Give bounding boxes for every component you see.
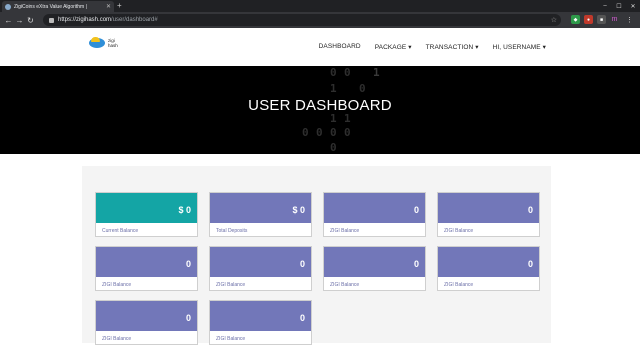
card-header: 0 bbox=[210, 247, 311, 277]
card-header: 0 bbox=[96, 247, 197, 277]
url-text: https://zigihash.com/user/dashboard# bbox=[58, 17, 158, 23]
binary-digit: 1 bbox=[373, 66, 380, 79]
close-tab-icon[interactable]: ✕ bbox=[106, 4, 111, 10]
binary-digit: 0 bbox=[302, 126, 309, 139]
balance-card: 0 ZIGI Balance bbox=[323, 246, 426, 291]
browser-toolbar: ← → ↻ https://zigihash.com/user/dashboar… bbox=[0, 12, 640, 28]
site-logo[interactable]: zigi hash bbox=[88, 37, 118, 49]
favicon-icon bbox=[5, 3, 11, 10]
lock-icon bbox=[49, 17, 54, 23]
binary-digit: 0 bbox=[316, 126, 323, 139]
card-value: 0 bbox=[527, 259, 533, 269]
balance-card: $ 0 Current Balance bbox=[95, 192, 198, 237]
tab-title: ZigiCoins eXtra Value Algorithm | bbox=[14, 3, 87, 10]
card-label: ZIGI Balance bbox=[102, 282, 132, 288]
main-nav: DASHBOARD PACKAGE ▾ TRANSACTION ▾ HI, US… bbox=[319, 43, 546, 51]
page-title: USER DASHBOARD bbox=[248, 97, 392, 114]
card-label: ZIGI Balance bbox=[330, 228, 360, 234]
card-label: ZIGI Balance bbox=[216, 336, 246, 342]
binary-digit: 0 bbox=[330, 141, 337, 154]
binary-digit: 0 bbox=[330, 126, 337, 139]
bookmark-star-icon[interactable]: ☆ bbox=[551, 16, 557, 24]
dashboard-panel: $ 0 Current Balance $ 0 Total Deposits 0… bbox=[82, 166, 551, 345]
logo-text-line2: hash bbox=[108, 43, 118, 48]
adblock-extension-icon[interactable]: ● bbox=[584, 15, 593, 24]
back-icon[interactable]: ← bbox=[3, 16, 14, 25]
card-header: 0 bbox=[210, 301, 311, 331]
balance-card: $ 0 Total Deposits bbox=[209, 192, 312, 237]
nav-dashboard[interactable]: DASHBOARD bbox=[319, 43, 361, 51]
card-value: 0 bbox=[527, 205, 533, 215]
binary-digit: 0 bbox=[344, 126, 351, 139]
address-bar[interactable]: https://zigihash.com/user/dashboard# ☆ bbox=[43, 14, 561, 26]
balance-card: 0 ZIGI Balance bbox=[209, 246, 312, 291]
card-value: 0 bbox=[299, 313, 305, 323]
window-controls: – ☐ ✕ bbox=[598, 0, 640, 12]
card-label: ZIGI Balance bbox=[330, 282, 360, 288]
balance-card: 0 ZIGI Balance bbox=[437, 246, 540, 291]
new-tab-button[interactable]: + bbox=[117, 1, 122, 11]
nav-user-menu[interactable]: HI, USERNAME ▾ bbox=[493, 43, 546, 51]
forward-icon[interactable]: → bbox=[14, 16, 25, 25]
card-value: 0 bbox=[299, 259, 305, 269]
balance-card: 0 ZIGI Balance bbox=[209, 300, 312, 345]
hero-banner: 0 0 1 1 0 1 1 0 0 0 0 0 USER DASHBOARD bbox=[0, 66, 640, 154]
card-value: $ 0 bbox=[178, 205, 191, 215]
url-path: /user/dashboard# bbox=[111, 17, 158, 23]
nav-package[interactable]: PACKAGE ▾ bbox=[375, 43, 412, 51]
logo-text: zigi hash bbox=[108, 38, 118, 48]
card-label: ZIGI Balance bbox=[216, 282, 246, 288]
binary-digit: 0 bbox=[330, 66, 337, 79]
close-window-icon[interactable]: ✕ bbox=[626, 0, 640, 12]
card-header: $ 0 bbox=[96, 193, 197, 223]
nav-transaction[interactable]: TRANSACTION ▾ bbox=[426, 43, 479, 51]
logo-icon bbox=[88, 37, 106, 49]
site-header: zigi hash DASHBOARD PACKAGE ▾ TRANSACTIO… bbox=[0, 28, 640, 66]
card-header: 0 bbox=[438, 193, 539, 223]
balance-card: 0 ZIGI Balance bbox=[323, 192, 426, 237]
card-label: ZIGI Balance bbox=[444, 228, 474, 234]
reload-icon[interactable]: ↻ bbox=[25, 16, 36, 25]
extension-icon[interactable]: ■ bbox=[597, 15, 606, 24]
card-value: 0 bbox=[185, 259, 191, 269]
card-header: 0 bbox=[96, 301, 197, 331]
balance-card: 0 ZIGI Balance bbox=[95, 300, 198, 345]
menu-dots-icon[interactable]: ⋮ bbox=[625, 15, 634, 24]
card-label: Current Balance bbox=[102, 228, 139, 234]
balance-card: 0 ZIGI Balance bbox=[95, 246, 198, 291]
card-header: 0 bbox=[438, 247, 539, 277]
browser-tab[interactable]: ZigiCoins eXtra Value Algorithm | ✕ bbox=[2, 1, 114, 12]
card-value: 0 bbox=[413, 259, 419, 269]
card-header: 0 bbox=[324, 247, 425, 277]
binary-digit: 0 bbox=[359, 82, 366, 95]
minimize-icon[interactable]: – bbox=[598, 0, 612, 12]
card-header: $ 0 bbox=[210, 193, 311, 223]
card-value: 0 bbox=[185, 313, 191, 323]
card-label: ZIGI Balance bbox=[102, 336, 132, 342]
profile-extension-icon[interactable]: m bbox=[610, 15, 619, 24]
card-header: 0 bbox=[324, 193, 425, 223]
card-label: Total Deposits bbox=[216, 228, 248, 234]
shield-extension-icon[interactable]: ◆ bbox=[571, 15, 580, 24]
binary-digit: 0 bbox=[344, 66, 351, 79]
url-host: https://zigihash.com bbox=[58, 17, 112, 23]
card-label: ZIGI Balance bbox=[444, 282, 474, 288]
binary-digit: 1 bbox=[330, 82, 337, 95]
browser-tabbar: ZigiCoins eXtra Value Algorithm | ✕ + – … bbox=[0, 0, 640, 12]
card-value: $ 0 bbox=[292, 205, 305, 215]
maximize-icon[interactable]: ☐ bbox=[612, 0, 626, 12]
balance-card: 0 ZIGI Balance bbox=[437, 192, 540, 237]
card-value: 0 bbox=[413, 205, 419, 215]
